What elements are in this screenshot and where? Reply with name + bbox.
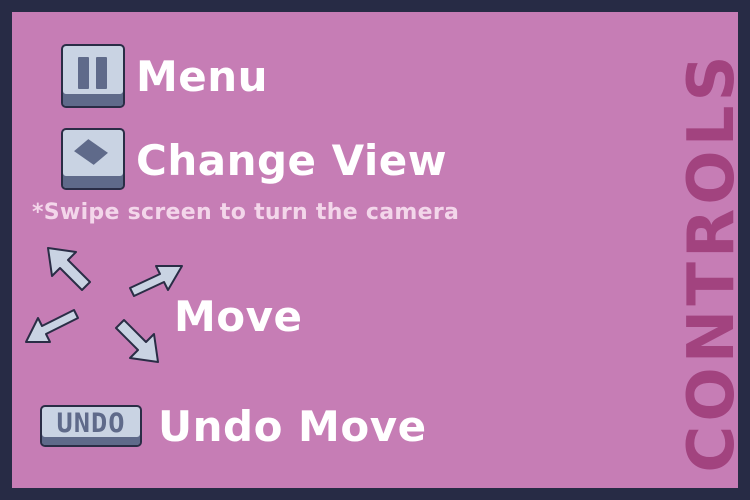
undo-key-icon: UNDO (40, 405, 142, 447)
controls-title: CONTROLS (675, 51, 738, 473)
move-label: Move (174, 292, 303, 341)
controls-panel: Menu Change View *Swipe screen to turn t… (12, 12, 738, 488)
arrow-down-right-icon (115, 319, 159, 363)
arrow-down-left-icon (25, 309, 79, 343)
arrow-up-left-icon (47, 247, 91, 291)
change-view-label: Change View (136, 136, 448, 185)
undo-move-label: Undo Move (158, 402, 427, 451)
direction-arrows-icon (12, 12, 183, 372)
